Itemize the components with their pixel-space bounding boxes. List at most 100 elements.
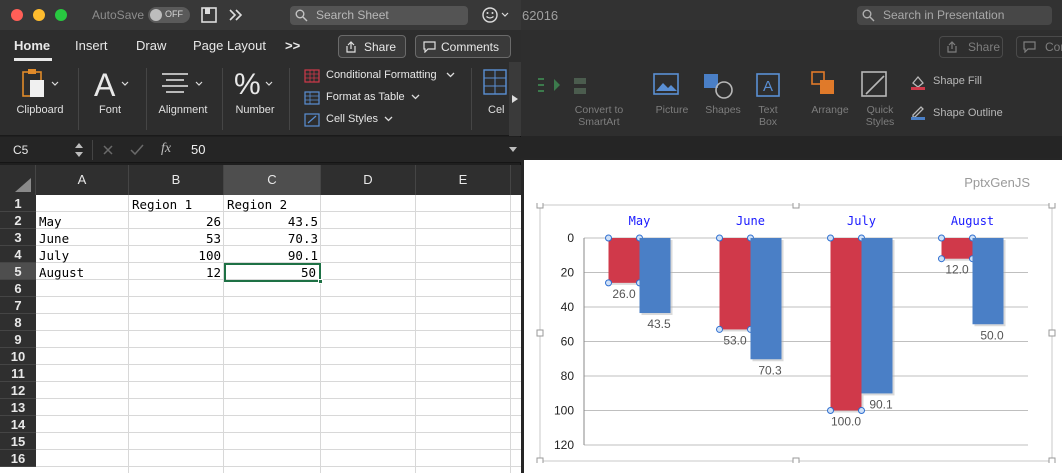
row-header-14[interactable]: 14	[0, 416, 36, 433]
row-header-6[interactable]: 6	[0, 280, 36, 297]
data-label: 90.1	[869, 397, 893, 411]
name-box-stepper-icon[interactable]	[74, 141, 84, 159]
cell-a4[interactable]: July	[36, 247, 129, 264]
share-label: Share	[364, 40, 397, 54]
shape-outline-button[interactable]: Shape Outline	[933, 107, 1003, 119]
save-icon[interactable]	[200, 6, 218, 24]
cell-c2[interactable]: 43.5	[224, 213, 321, 230]
smiley-feedback-icon[interactable]	[481, 6, 511, 24]
row-header-1[interactable]: 1	[0, 195, 36, 212]
row-header-7[interactable]: 7	[0, 297, 36, 314]
cell-b3[interactable]: 53	[129, 230, 224, 247]
column-header-a[interactable]: A	[36, 165, 129, 195]
format-as-table-button[interactable]: Format as Table	[326, 91, 405, 103]
number-button[interactable]: Number	[230, 104, 280, 116]
tab-draw[interactable]: Draw	[136, 38, 166, 53]
column-header-b[interactable]: B	[129, 165, 224, 195]
ppt-search-box[interactable]: Search in Presentation	[857, 6, 1052, 25]
row-header-11[interactable]: 11	[0, 365, 36, 382]
convert-to-smartart-label-2: SmartArt	[578, 116, 620, 128]
row-header-3[interactable]: 3	[0, 229, 36, 246]
row-header-13[interactable]: 13	[0, 399, 36, 416]
conditional-formatting-icon	[304, 69, 320, 83]
row-header-8[interactable]: 8	[0, 314, 36, 331]
tab-insert[interactable]: Insert	[75, 38, 108, 53]
row-header-5[interactable]: 5	[0, 263, 36, 280]
quick-styles-button[interactable]: Quick Styles	[855, 104, 905, 128]
shapes-button[interactable]: Shapes	[698, 104, 748, 116]
cell-a5[interactable]: August	[36, 264, 129, 281]
grid-row-line	[36, 330, 521, 331]
insert-function-button[interactable]: fx	[161, 141, 171, 157]
toggle-knob	[150, 9, 162, 21]
ppt-share-button[interactable]: Share	[939, 36, 1003, 58]
comment-icon	[1023, 41, 1036, 53]
series-selection-handle	[938, 234, 945, 242]
share-button[interactable]: Share	[338, 35, 406, 58]
category-label: May	[629, 214, 651, 228]
row-header-4[interactable]: 4	[0, 246, 36, 263]
convert-to-smartart-button[interactable]: Convert to SmartArt	[568, 104, 630, 128]
name-box[interactable]: C5	[13, 143, 28, 157]
close-window-button[interactable]	[11, 9, 23, 21]
cell-b5[interactable]: 12	[129, 264, 224, 281]
spreadsheet-grid[interactable]: A B C D E 1 2 3 4 5 6 7 8 9 10 11 12 13 14 15 16 Region…	[0, 165, 521, 473]
zoom-window-button[interactable]	[55, 9, 67, 21]
column-header-c[interactable]: C	[224, 165, 321, 195]
cancel-icon[interactable]	[102, 144, 114, 156]
more-tabs-button[interactable]: >>	[285, 38, 300, 53]
bar-region-2	[639, 238, 671, 314]
shape-fill-button[interactable]: Shape Fill	[933, 75, 982, 87]
column-header-d[interactable]: D	[321, 165, 416, 195]
excel-search-box[interactable]: Search Sheet	[290, 6, 468, 25]
bar-chart[interactable]: 0 20 40 60 80 100 120 May 26.0 43.5 June 53.0 70.3 Ju…	[536, 203, 1056, 463]
cell-c5-selected[interactable]: 50	[224, 263, 321, 282]
y-tick-label: 0	[567, 231, 574, 245]
comments-button[interactable]: Comments	[415, 35, 511, 58]
chart-resize-handle	[536, 329, 544, 337]
column-header-e[interactable]: E	[416, 165, 511, 195]
row-header-12[interactable]: 12	[0, 382, 36, 399]
enter-check-icon[interactable]	[130, 144, 144, 156]
conditional-formatting-button[interactable]: Conditional Formatting	[326, 69, 437, 81]
tab-home[interactable]: Home	[14, 38, 50, 53]
row-header-10[interactable]: 10	[0, 348, 36, 365]
arrange-button[interactable]: Arrange	[805, 104, 855, 116]
clipboard-button[interactable]: Clipboard	[8, 104, 72, 116]
font-button[interactable]: Font	[88, 104, 132, 116]
picture-button[interactable]: Picture	[647, 104, 697, 116]
autosave-toggle[interactable]: OFF	[148, 7, 190, 23]
row-header-16[interactable]: 16	[0, 450, 36, 467]
cell-b4[interactable]: 100	[129, 247, 224, 264]
cell-c3[interactable]: 70.3	[224, 230, 321, 247]
cell-c1[interactable]: Region 2	[224, 196, 321, 213]
row-header-9[interactable]: 9	[0, 331, 36, 348]
row-header-15[interactable]: 15	[0, 433, 36, 450]
formula-input[interactable]: 50	[191, 142, 205, 157]
cell-a2[interactable]: May	[36, 213, 129, 230]
row-header-2[interactable]: 2	[0, 212, 36, 229]
cell-b1[interactable]: Region 1	[129, 196, 224, 213]
minimize-window-button[interactable]	[33, 9, 45, 21]
chart-resize-handle	[536, 457, 544, 463]
tab-page-layout[interactable]: Page Layout	[193, 38, 266, 53]
chart-resize-handle	[792, 457, 800, 463]
cell-c4[interactable]: 90.1	[224, 247, 321, 264]
fill-handle[interactable]	[318, 279, 323, 284]
textbox-button[interactable]: Text Box	[750, 104, 786, 128]
select-all-icon	[15, 178, 31, 192]
cell-styles-button[interactable]: Cell Styles	[326, 113, 378, 125]
ppt-search-placeholder: Search in Presentation	[883, 8, 1005, 22]
excel-title-bar: AutoSave OFF Search Sheet	[0, 0, 521, 30]
cell-a3[interactable]: June	[36, 230, 129, 247]
expand-formula-icon[interactable]	[508, 146, 518, 154]
select-all-corner[interactable]	[0, 165, 36, 195]
ppt-comments-button[interactable]: Con	[1016, 36, 1062, 58]
more-chevron-icon[interactable]	[228, 8, 244, 22]
column-header-f[interactable]	[511, 165, 521, 195]
svg-text:A: A	[763, 78, 773, 95]
ribbon-scroll-button[interactable]	[509, 62, 521, 136]
cells-button[interactable]: Cel	[482, 104, 512, 116]
alignment-button[interactable]: Alignment	[152, 104, 214, 116]
cell-b2[interactable]: 26	[129, 213, 224, 230]
